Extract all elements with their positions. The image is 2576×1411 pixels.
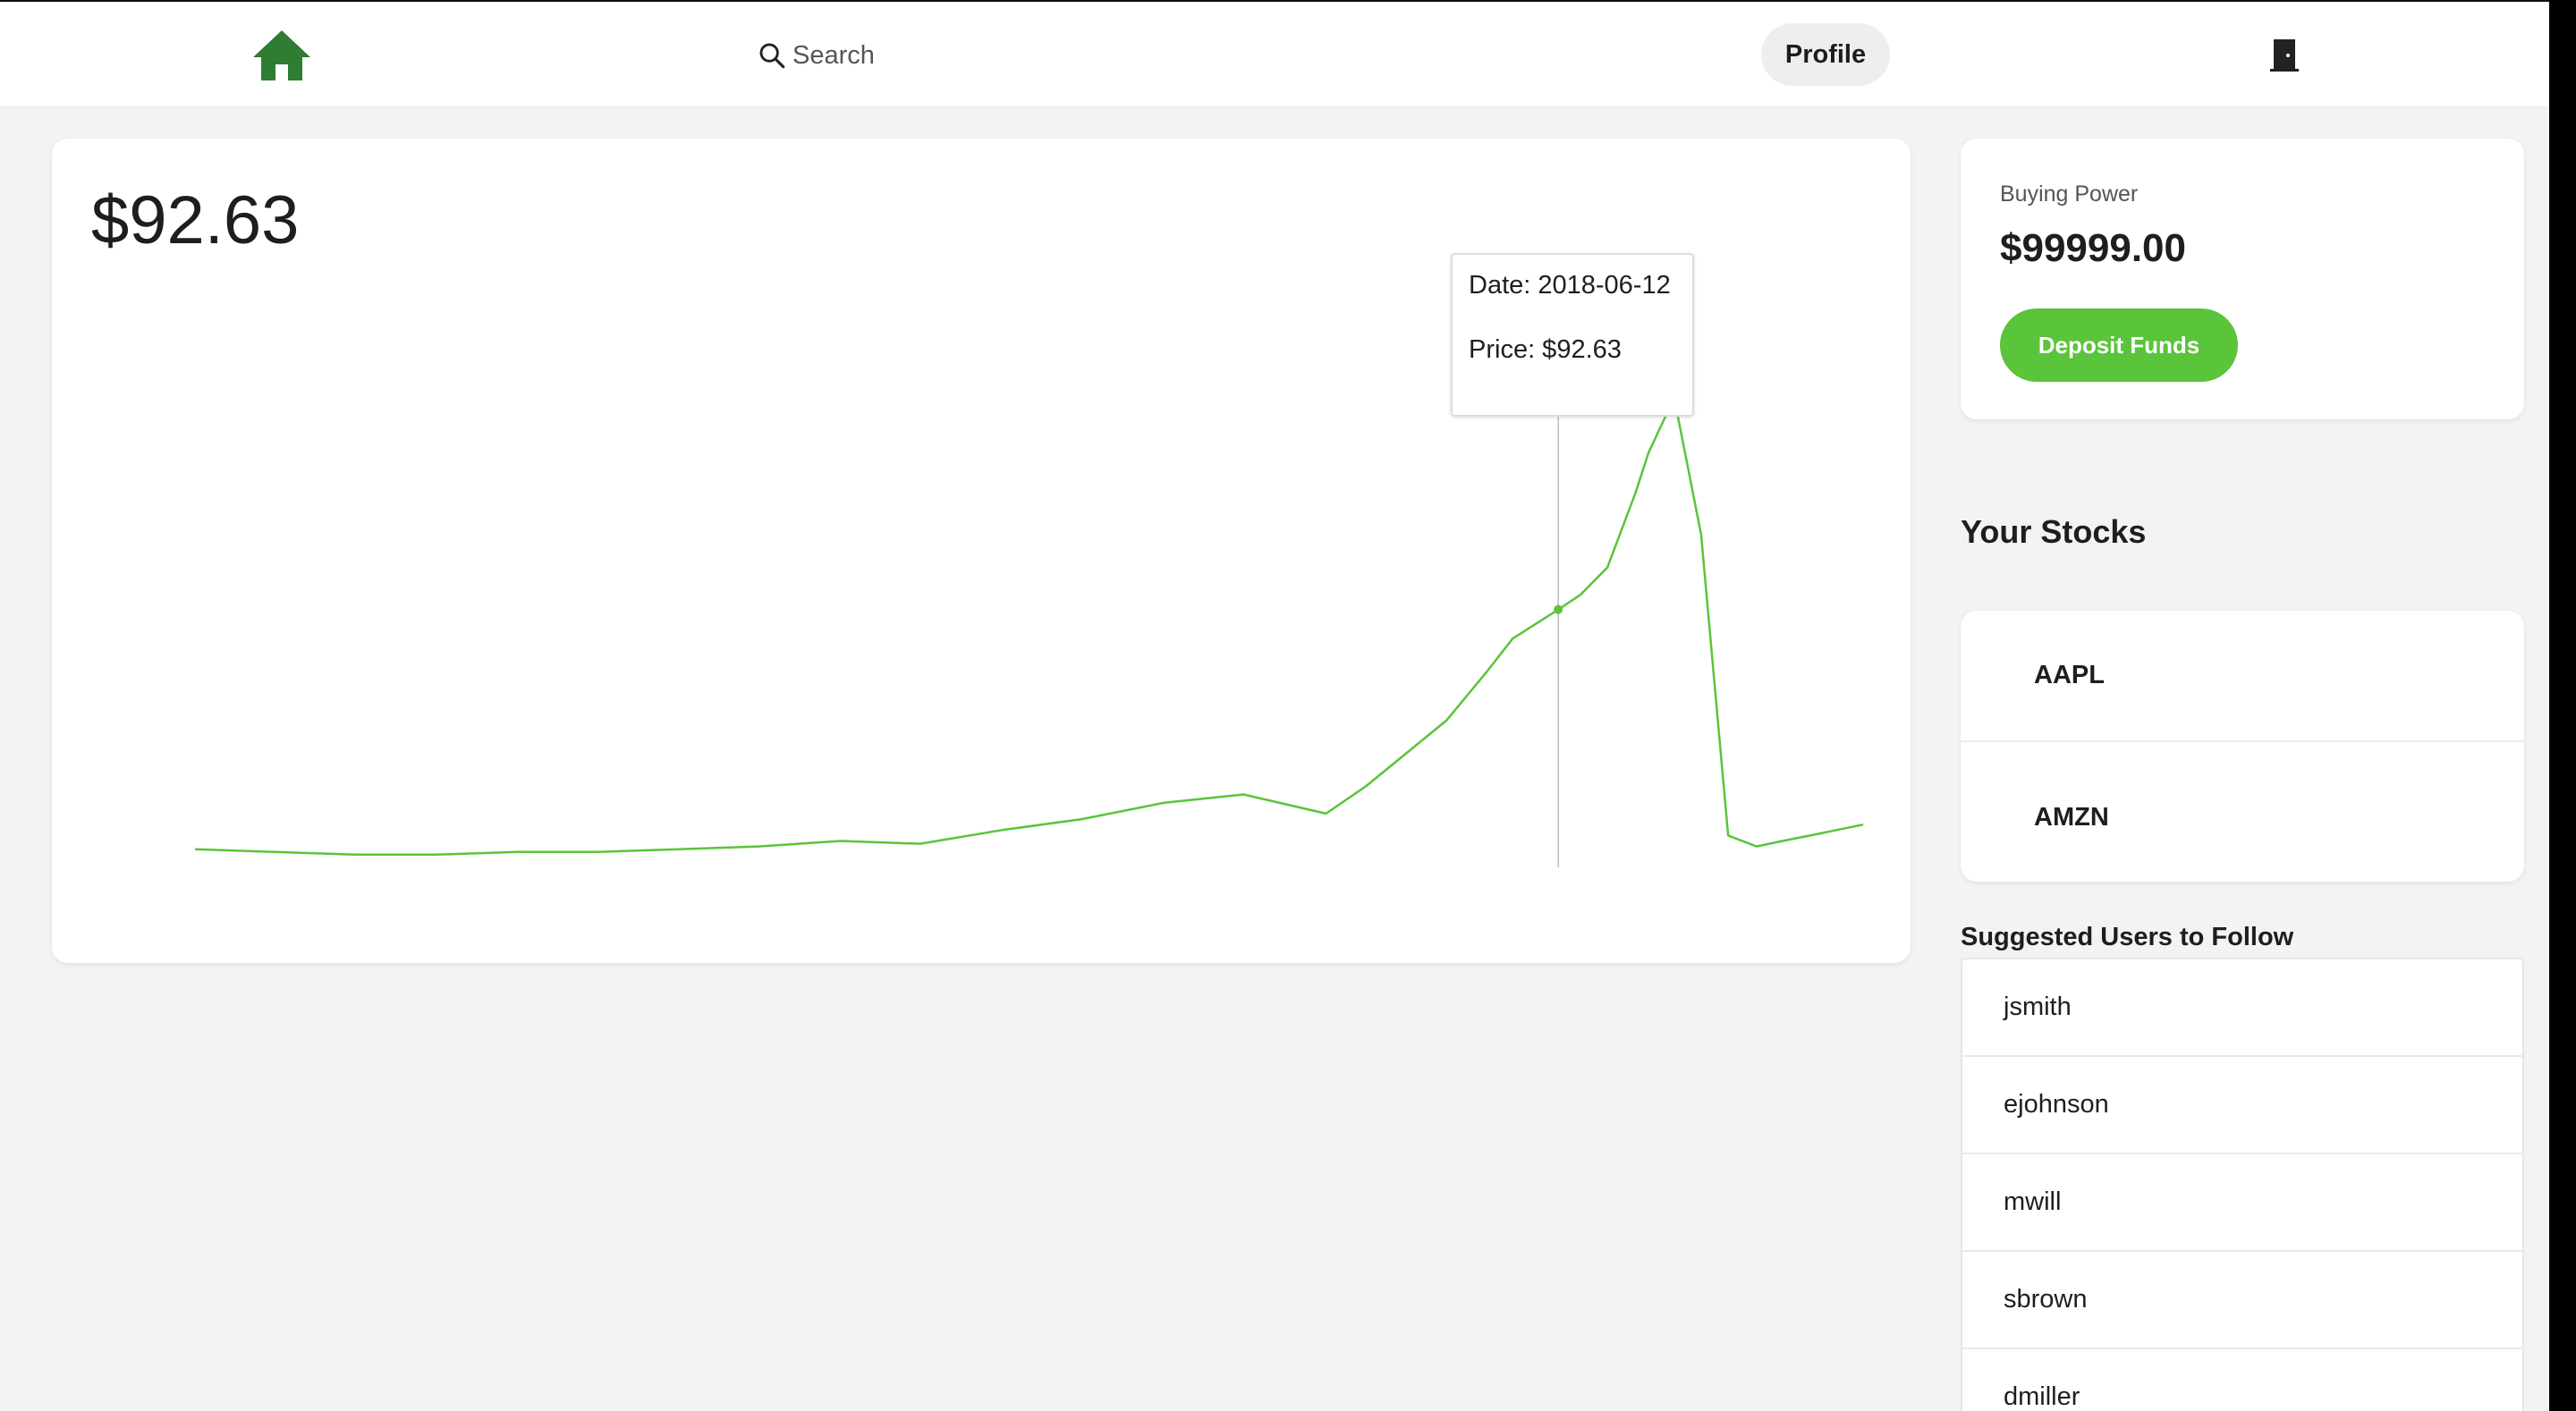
price-series-line xyxy=(194,396,1864,857)
user-item-jsmith[interactable]: jsmith xyxy=(1962,959,2522,1057)
user-item-sbrown[interactable]: sbrown xyxy=(1962,1252,2522,1349)
window-right-border xyxy=(2549,0,2576,1411)
buying-power-card: Buying Power $99999.00 Deposit Funds xyxy=(1961,139,2524,419)
stock-chart-card: $92.63 Date: 2018-06-12 Price: $92.63 xyxy=(52,139,1911,963)
user-item-dmiller[interactable]: dmiller xyxy=(1962,1349,2522,1411)
stocks-list: AAPL AMZN xyxy=(1961,611,2524,882)
profile-button[interactable]: Profile xyxy=(1761,23,1890,86)
hover-point xyxy=(1554,604,1563,614)
your-stocks-heading: Your Stocks xyxy=(1961,513,2147,550)
top-navbar: Search Profile xyxy=(0,2,2549,107)
tooltip-price: Price: $92.63 xyxy=(1469,335,1622,364)
stock-item-amzn[interactable]: AMZN xyxy=(1961,753,2524,882)
tooltip-date: Date: 2018-06-12 xyxy=(1469,271,1671,300)
user-item-mwill[interactable]: mwill xyxy=(1962,1154,2522,1252)
door-icon[interactable] xyxy=(2268,38,2301,73)
suggested-users-list: jsmith ejohnson mwill sbrown dmiller xyxy=(1961,958,2524,1411)
home-icon[interactable] xyxy=(250,29,313,82)
divider xyxy=(1961,740,2524,742)
deposit-funds-button[interactable]: Deposit Funds xyxy=(2000,308,2238,382)
buying-power-value: $99999.00 xyxy=(2000,226,2186,270)
buying-power-label: Buying Power xyxy=(2000,182,2139,207)
suggested-users-heading: Suggested Users to Follow xyxy=(1961,923,2294,951)
chart-tooltip: Date: 2018-06-12 Price: $92.63 xyxy=(1451,253,1694,417)
user-item-ejohnson[interactable]: ejohnson xyxy=(1962,1057,2522,1154)
search-placeholder: Search xyxy=(792,40,875,70)
stock-item-aapl[interactable]: AAPL xyxy=(1961,611,2524,740)
search-bar[interactable]: Search xyxy=(757,36,875,75)
search-icon xyxy=(759,43,785,69)
